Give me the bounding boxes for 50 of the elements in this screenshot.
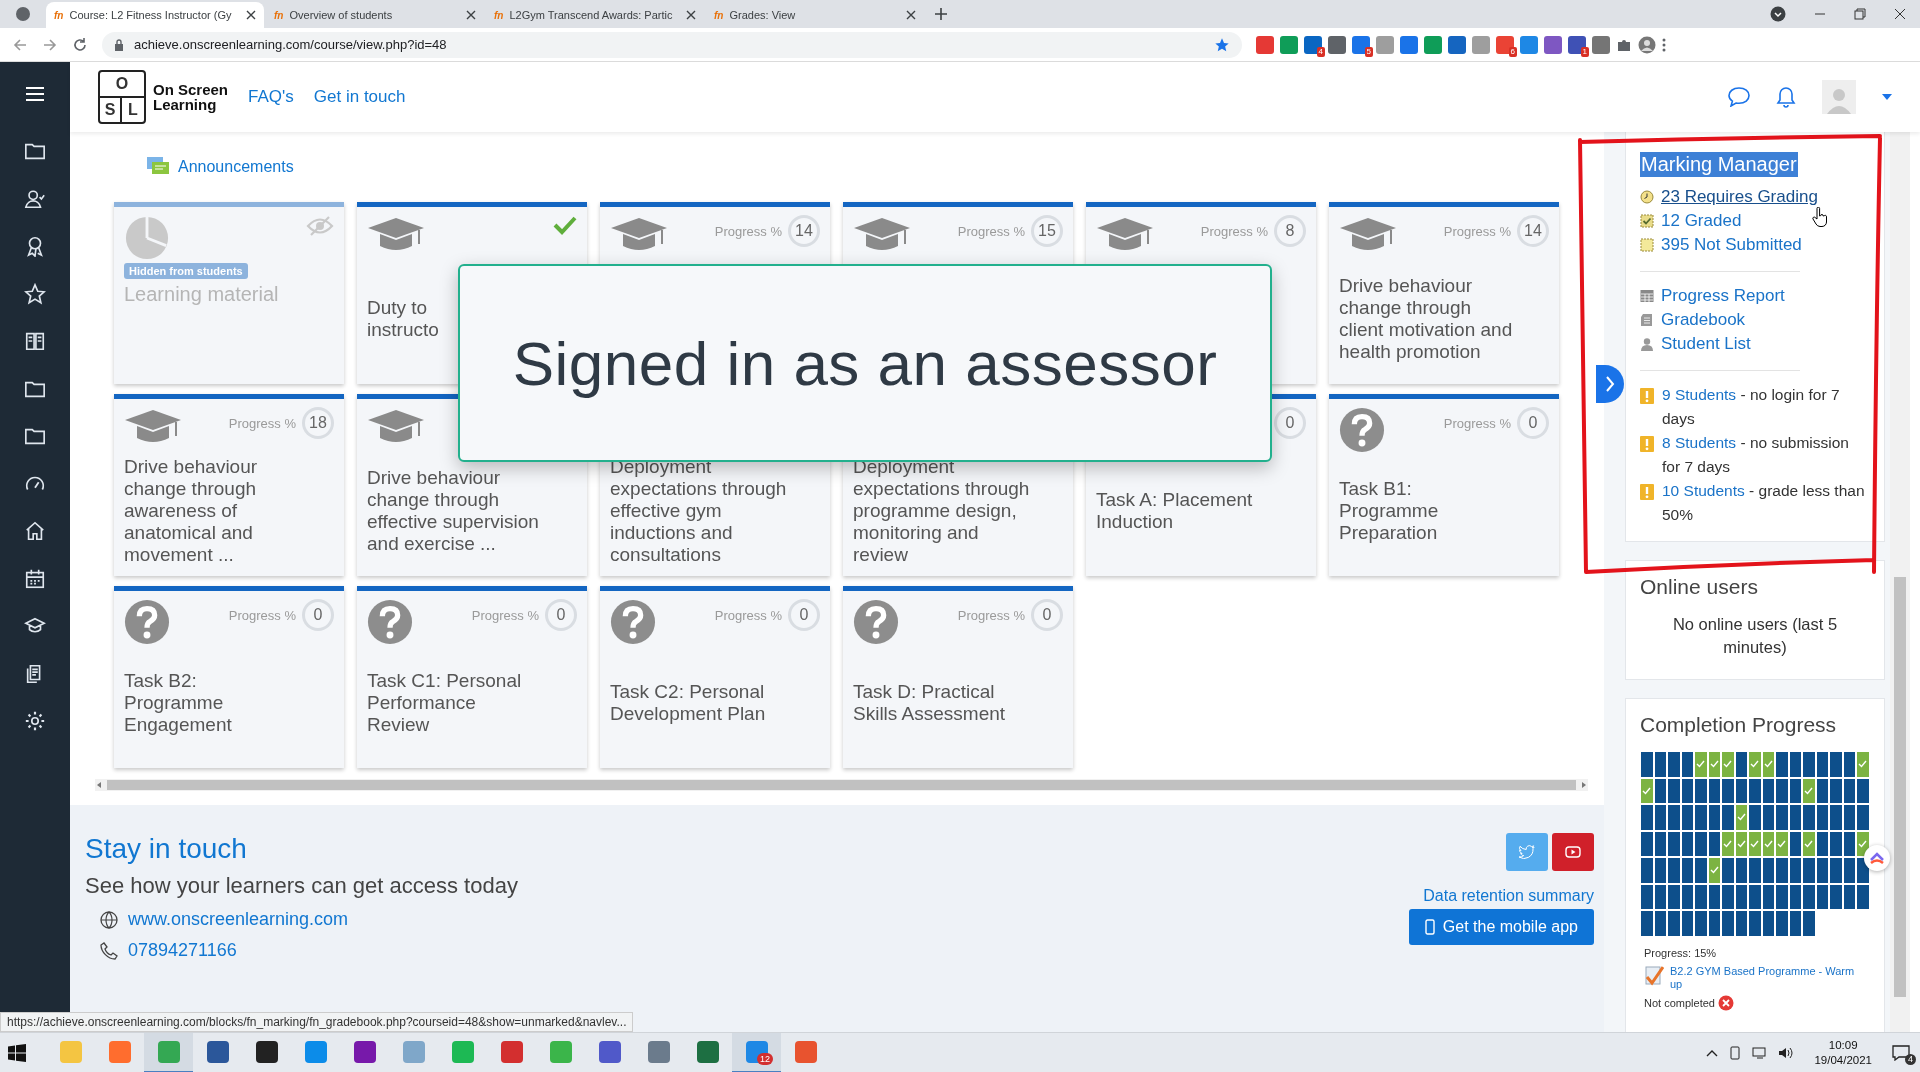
alert-text: 8 Students - no submission for 7 days xyxy=(1662,433,1850,477)
progress-value: 0 xyxy=(556,606,566,624)
progress-value: 0 xyxy=(799,606,809,624)
progress-label: Progress % xyxy=(957,223,1025,239)
progress-value: 0 xyxy=(1285,414,1295,432)
clock-date: 19/04/2021 xyxy=(1814,1053,1872,1068)
progress-value: 8 xyxy=(1285,222,1295,240)
online-users-text: No online users (last 5 minutes) xyxy=(1671,614,1839,658)
progress-label: Progress % xyxy=(957,607,1025,623)
progress-value: 0 xyxy=(313,606,323,624)
progress-label: Progress % xyxy=(228,415,296,431)
extension-badge: 1 xyxy=(1580,46,1589,57)
favicon: fn xyxy=(274,9,284,21)
hidden-badge: Hidden from students xyxy=(124,263,248,279)
brand-name: On Screen xyxy=(153,82,229,97)
progress-label: Progress % xyxy=(1443,415,1511,431)
extension-badge: 4 xyxy=(1316,46,1325,57)
progress-value: 14 xyxy=(795,222,813,240)
status-text: Not completed xyxy=(1644,996,1715,1009)
extension-badge: 5 xyxy=(1364,46,1373,57)
footer-title: Stay in touch xyxy=(85,833,248,865)
progress-value: 15 xyxy=(1038,222,1056,240)
progress-value: 0 xyxy=(1528,414,1538,432)
clock-time: 10:09 xyxy=(1828,1038,1858,1053)
block-title: Marking Manager xyxy=(1640,152,1798,177)
progress-value: 18 xyxy=(309,414,327,432)
block-title: Completion Progress xyxy=(1640,712,1838,737)
logo-letter: L xyxy=(127,100,139,120)
footer-subtitle: See how your learners can get access today xyxy=(85,873,518,899)
logo-letter: O xyxy=(100,72,144,98)
extension-badge: 6 xyxy=(1508,46,1517,57)
progress-label: Progress % xyxy=(1443,223,1511,239)
logo-letter: S xyxy=(100,98,122,122)
alert-text: 10 Students - grade less than 50% xyxy=(1662,481,1866,525)
favicon: fn xyxy=(54,9,64,21)
progress-label: Progress % xyxy=(1200,223,1268,239)
brand-name: Learning xyxy=(153,97,218,112)
progress-label: Progress % xyxy=(471,607,539,623)
progress-text: Progress: 15% xyxy=(1644,946,1718,959)
block-title: Online users xyxy=(1640,574,1759,599)
favicon: fn xyxy=(494,9,504,21)
status-url: https://achieve.onscreenlearning.com/blocks/fn_marking/fn_gradebook.php?courseid=48&show=unmarked&navlev... xyxy=(0,1012,634,1032)
favicon: fn xyxy=(714,9,724,21)
alert-text: 9 Students - no login for 7 days xyxy=(1662,385,1841,429)
progress-value: 14 xyxy=(1524,222,1542,240)
progress-label: Progress % xyxy=(714,607,782,623)
notification-count: 4 xyxy=(1905,1054,1916,1065)
progress-label: Progress % xyxy=(714,223,782,239)
progress-label: Progress % xyxy=(228,607,296,623)
progress-value: 0 xyxy=(1042,606,1052,624)
